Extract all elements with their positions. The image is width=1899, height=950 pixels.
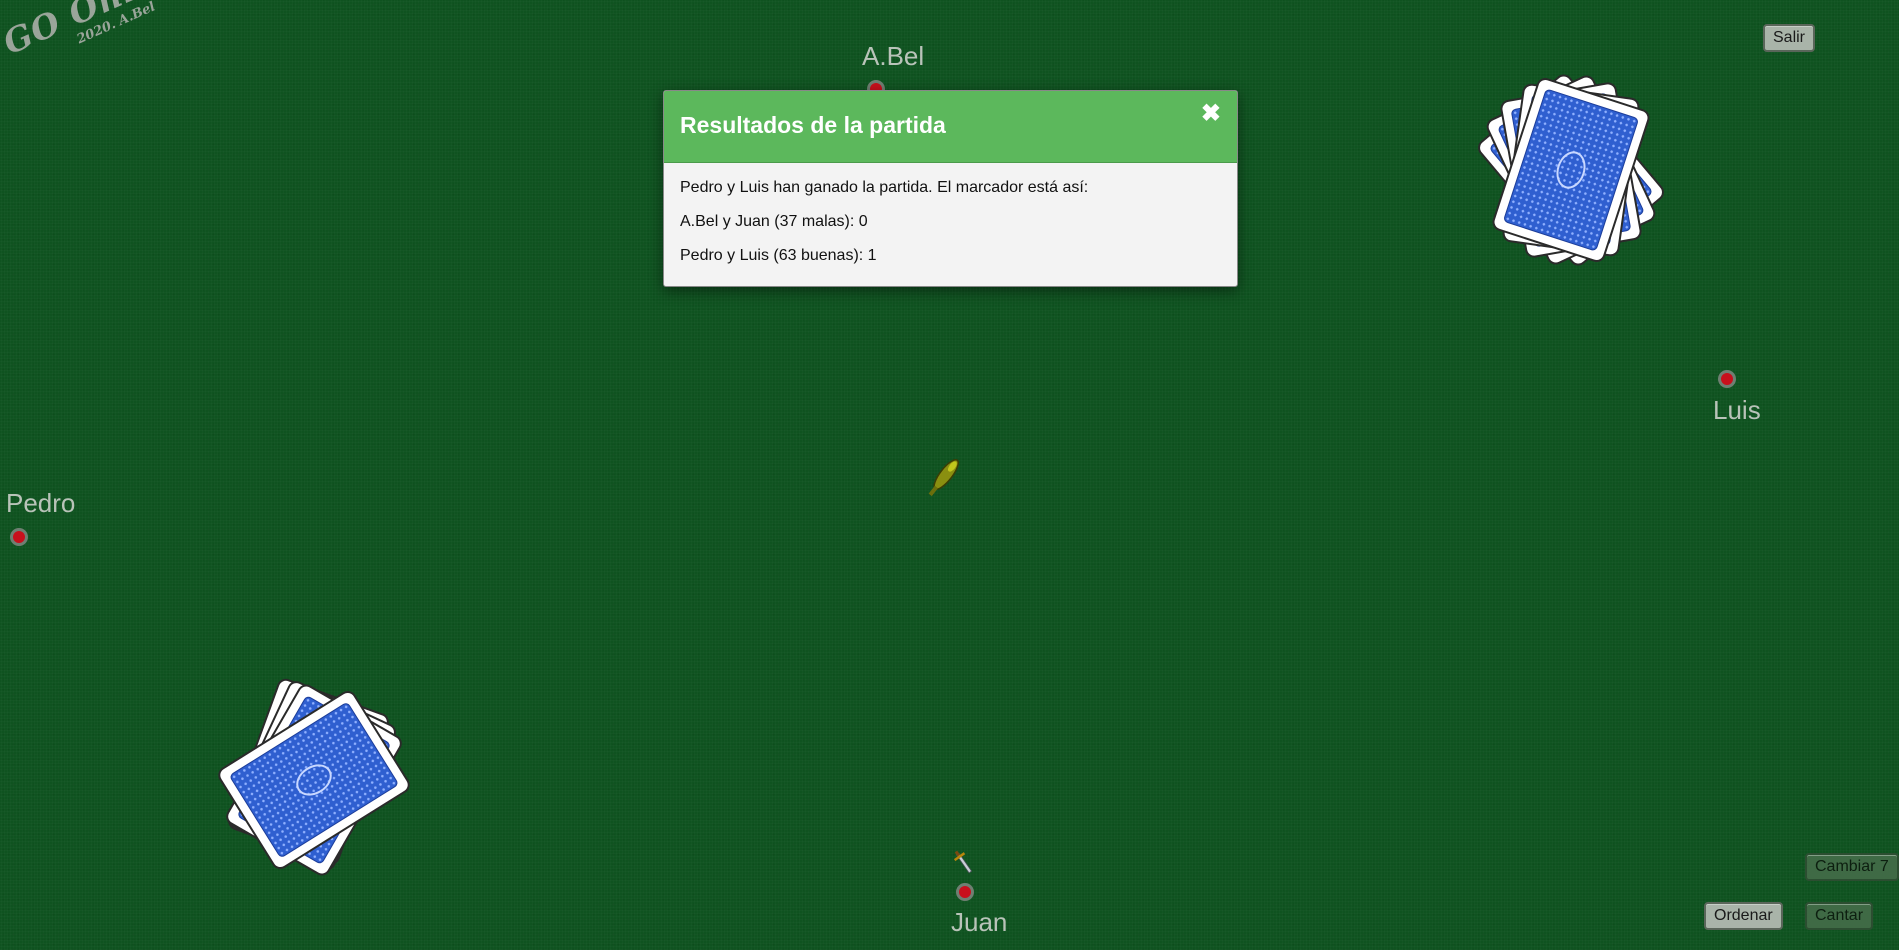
player-name-top: A.Bel	[862, 41, 925, 71]
results-summary: Pedro y Luis han ganado la partida. El m…	[680, 179, 1089, 196]
trump-card-icon	[918, 448, 972, 509]
card-back-deck-icon[interactable]	[1474, 70, 1668, 270]
game-logo: GO Online 2020. A.Bel	[0, 0, 196, 94]
sword-token-icon	[952, 848, 976, 883]
sort-button[interactable]: Ordenar	[1704, 902, 1783, 930]
results-dialog-body: Pedro y Luis han ganado la partida. El m…	[664, 163, 1237, 264]
close-icon[interactable]: ✖	[1201, 99, 1221, 128]
player-name-right: Luis	[1713, 395, 1761, 425]
player-dot-left	[10, 528, 28, 546]
player-name-left: Pedro	[6, 488, 76, 518]
results-dialog-title: Resultados de la partida	[680, 112, 946, 138]
results-dialog: Resultados de la partida ✖ Pedro y Luis …	[663, 90, 1238, 287]
player-dot-right	[1718, 370, 1736, 388]
sing-button[interactable]: Cantar	[1805, 902, 1874, 930]
card-back-deck-icon[interactable]	[214, 676, 414, 879]
swap-seven-button[interactable]: Cambiar 7	[1805, 853, 1899, 881]
player-dot-bottom	[956, 883, 974, 901]
player-name-bottom: Juan	[951, 907, 1008, 937]
team-score-line: A.Bel y Juan (37 malas): 0	[680, 213, 868, 230]
team-score-line: Pedro y Luis (63 buenas): 1	[680, 247, 877, 264]
results-dialog-header: Resultados de la partida ✖	[664, 91, 1237, 163]
exit-button[interactable]: Salir	[1763, 24, 1816, 52]
